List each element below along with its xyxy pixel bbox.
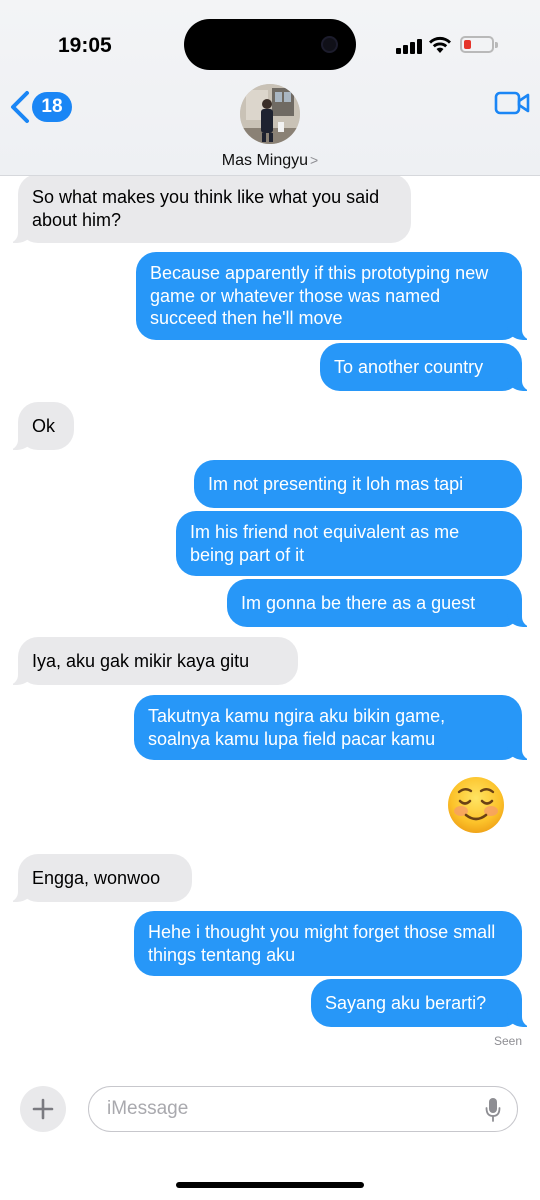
front-camera-icon [321, 36, 338, 53]
read-receipt: Seen [493, 1034, 522, 1048]
conversation-header: 19:05 18 Mas Mingyu > [0, 0, 540, 176]
back-chevron-icon[interactable] [8, 90, 32, 124]
message-text: Ok [32, 415, 56, 436]
dynamic-island [184, 19, 356, 70]
microphone-icon[interactable] [485, 1097, 501, 1123]
facetime-video-icon[interactable] [494, 90, 530, 116]
outgoing-message[interactable]: Sayang aku berarti? [311, 979, 532, 1027]
message-text: Because apparently if this prototyping n… [150, 263, 489, 329]
message-text: Engga, wonwoo [32, 867, 161, 888]
composer-bar [0, 1074, 540, 1200]
message-text: Im his friend not equivalent as me being… [190, 522, 460, 565]
status-time: 19:05 [58, 34, 112, 57]
outgoing-message[interactable]: Hehe i thought you might forget those sm… [134, 911, 522, 976]
contact-chevron-icon: > [310, 152, 319, 168]
outgoing-message[interactable]: Im his friend not equivalent as me being… [176, 511, 522, 576]
outgoing-message[interactable]: Im not presenting it loh mas tapi [194, 460, 522, 508]
message-input[interactable] [107, 1095, 467, 1123]
incoming-message[interactable]: Iya, aku gak mikir kaya gitu [8, 637, 298, 685]
battery-cap [495, 42, 498, 48]
message-text: So what makes you think like what you sa… [32, 187, 380, 230]
outgoing-message[interactable]: Takutnya kamu ngira aku bikin game, soal… [134, 695, 532, 760]
wifi-icon [429, 36, 451, 53]
apps-plus-button[interactable] [20, 1086, 66, 1132]
message-text: Im gonna be there as a guest [241, 592, 476, 613]
plus-icon [32, 1098, 54, 1120]
outgoing-message[interactable]: Because apparently if this prototyping n… [136, 252, 532, 340]
contact-avatar[interactable] [240, 84, 300, 144]
message-text: Im not presenting it loh mas tapi [208, 473, 464, 494]
cellular-signal-icon [396, 38, 422, 54]
contact-name[interactable]: Mas Mingyu > [0, 152, 540, 170]
incoming-message[interactable]: So what makes you think like what you sa… [8, 174, 411, 243]
message-field[interactable] [88, 1086, 518, 1132]
outgoing-message[interactable]: To another country [320, 343, 532, 391]
home-indicator[interactable] [176, 1182, 364, 1188]
outgoing-message[interactable]: Im gonna be there as a guest [227, 579, 532, 627]
smiling-face-emoji[interactable] [446, 775, 506, 835]
incoming-message[interactable]: Ok [8, 402, 74, 450]
message-text: Takutnya kamu ngira aku bikin game, soal… [148, 706, 446, 749]
incoming-message[interactable]: Engga, wonwoo [8, 854, 192, 902]
message-text: Iya, aku gak mikir kaya gitu [32, 650, 250, 671]
contact-name-label: Mas Mingyu [221, 152, 309, 169]
back-unread-badge[interactable]: 18 [32, 92, 72, 122]
message-text: To another country [334, 356, 484, 377]
avatar-photo [240, 84, 300, 144]
message-text: Hehe i thought you might forget those sm… [148, 922, 496, 965]
message-text: Sayang aku berarti? [325, 992, 487, 1013]
battery-icon [460, 36, 494, 53]
battery-level [464, 40, 471, 49]
